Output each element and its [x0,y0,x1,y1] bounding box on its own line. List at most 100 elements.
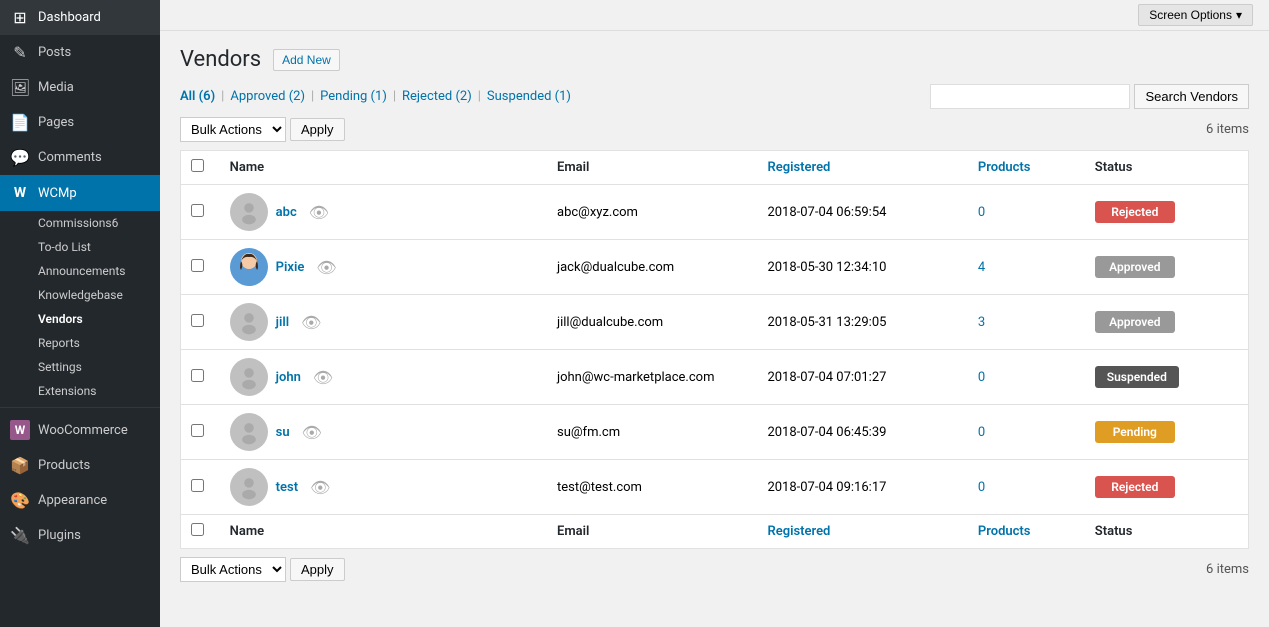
product-count-link[interactable]: 0 [978,425,985,440]
vendors-label: Vendors [38,312,83,326]
vendor-name-link[interactable]: su [276,425,290,440]
sidebar-sub-knowledgebase[interactable]: Knowledgebase [0,283,160,307]
product-count-link[interactable]: 0 [978,480,985,495]
settings-label: Settings [38,360,82,374]
bulk-actions-select-top[interactable]: Bulk Actions [180,117,286,142]
th-registered[interactable]: Registered [757,151,967,185]
tf-products[interactable]: Products [968,515,1085,549]
sidebar-sub-reports[interactable]: Reports [0,331,160,355]
table-row: abc👁abc@xyz.com2018-07-04 06:59:540Rejec… [181,185,1249,240]
row-registered-cell: 2018-05-30 12:34:10 [757,240,967,295]
vendor-name-link[interactable]: abc [276,205,297,220]
page-title: Vendors [180,47,261,72]
sidebar-item-products[interactable]: 📦 Products [0,448,160,483]
row-checkbox[interactable] [191,259,204,272]
sidebar-item-posts[interactable]: ✎ Posts [0,35,160,70]
view-vendor-icon[interactable]: 👁 [316,258,336,277]
row-checkbox[interactable] [191,369,204,382]
search-area: Search Vendors [930,84,1249,109]
view-vendor-icon[interactable]: 👁 [302,423,322,442]
product-count-link[interactable]: 0 [978,370,985,385]
sidebar-item-comments[interactable]: 💬 Comments [0,140,160,175]
sidebar-item-woocommerce[interactable]: W WooCommerce [0,412,160,448]
screen-options-button[interactable]: Screen Options ▾ [1138,4,1253,26]
sidebar-item-appearance[interactable]: 🎨 Appearance [0,483,160,518]
sidebar-item-wcmp[interactable]: W WCMp [0,175,160,211]
search-vendors-input[interactable] [930,84,1130,109]
sidebar-item-media[interactable]: 🖼 Media [0,70,160,105]
sidebar-sub-vendors[interactable]: Vendors [0,307,160,331]
sort-products-link-bottom[interactable]: Products [978,524,1031,539]
status-badge: Rejected [1095,201,1175,223]
row-email-cell: jack@dualcube.com [547,240,757,295]
add-new-button[interactable]: Add New [273,49,340,71]
select-all-checkbox-bottom[interactable] [191,523,204,536]
th-name: Name [220,151,547,185]
sidebar-item-pages[interactable]: 📄 Pages [0,105,160,140]
row-checkbox[interactable] [191,424,204,437]
vendor-name-link[interactable]: jill [276,315,289,330]
view-vendor-icon[interactable]: 👁 [313,368,333,387]
screen-options-label: Screen Options [1149,8,1232,22]
filter-rejected[interactable]: Rejected (2) [402,89,472,104]
view-vendor-icon[interactable]: 👁 [301,313,321,332]
vendor-name-link[interactable]: test [276,480,298,495]
bulk-actions-select-bottom[interactable]: Bulk Actions [180,557,286,582]
sidebar-sub-todo[interactable]: To-do List [0,235,160,259]
row-email-cell: abc@xyz.com [547,185,757,240]
th-status: Status [1085,151,1249,185]
vendor-name-link[interactable]: Pixie [276,260,305,275]
sidebar-label-appearance: Appearance [38,493,107,508]
woocommerce-icon: W [10,420,30,440]
sidebar-label-plugins: Plugins [38,528,81,543]
tf-registered[interactable]: Registered [757,515,967,549]
comments-icon: 💬 [10,148,30,167]
sort-registered-link[interactable]: Registered [767,160,830,175]
view-vendor-icon[interactable]: 👁 [310,478,330,497]
dashboard-icon: ⊞ [10,8,30,27]
row-status-cell: Approved [1085,295,1249,350]
select-all-checkbox[interactable] [191,159,204,172]
view-vendor-icon[interactable]: 👁 [309,203,329,222]
search-vendors-button[interactable]: Search Vendors [1134,84,1249,109]
row-checkbox[interactable] [191,314,204,327]
sidebar-sub-extensions[interactable]: Extensions [0,379,160,403]
apply-button-top[interactable]: Apply [290,118,345,141]
wcmp-icon: W [10,183,30,203]
row-name-cell: su 👁 [220,405,547,460]
product-count-link[interactable]: 0 [978,205,985,220]
tf-email: Email [547,515,757,549]
row-checkbox[interactable] [191,204,204,217]
sort-registered-link-bottom[interactable]: Registered [767,524,830,539]
sidebar-label-pages: Pages [38,115,74,130]
sidebar: ⊞ Dashboard ✎ Posts 🖼 Media 📄 Pages 💬 Co… [0,0,160,627]
media-icon: 🖼 [10,78,30,97]
product-count-link[interactable]: 3 [978,315,985,330]
sidebar-sub-announcements[interactable]: Announcements [0,259,160,283]
bulk-bar-top: Bulk Actions Apply 6 items [180,117,1249,142]
vendor-avatar [230,413,268,451]
sidebar-sub-settings[interactable]: Settings [0,355,160,379]
status-badge: Pending [1095,421,1175,443]
apply-button-bottom[interactable]: Apply [290,558,345,581]
row-checkbox[interactable] [191,479,204,492]
active-indicator [152,185,160,201]
filter-suspended[interactable]: Suspended (1) [487,89,571,104]
sidebar-label-products: Products [38,458,90,473]
sort-products-link[interactable]: Products [978,160,1031,175]
sidebar-sub-commissions[interactable]: Commissions 6 [0,211,160,235]
sidebar-item-plugins[interactable]: 🔌 Plugins [0,518,160,553]
th-checkbox [181,151,220,185]
appearance-icon: 🎨 [10,491,30,510]
todo-label: To-do List [38,240,91,254]
filter-all[interactable]: All (6) [180,89,215,104]
product-count-link[interactable]: 4 [978,260,985,275]
plugins-icon: 🔌 [10,526,30,545]
th-products[interactable]: Products [968,151,1085,185]
filter-pending[interactable]: Pending (1) [320,89,387,104]
sidebar-item-dashboard[interactable]: ⊞ Dashboard [0,0,160,35]
filter-approved[interactable]: Approved (2) [230,89,305,104]
vendor-avatar [230,193,268,231]
row-status-cell: Approved [1085,240,1249,295]
vendor-name-link[interactable]: john [276,370,301,385]
